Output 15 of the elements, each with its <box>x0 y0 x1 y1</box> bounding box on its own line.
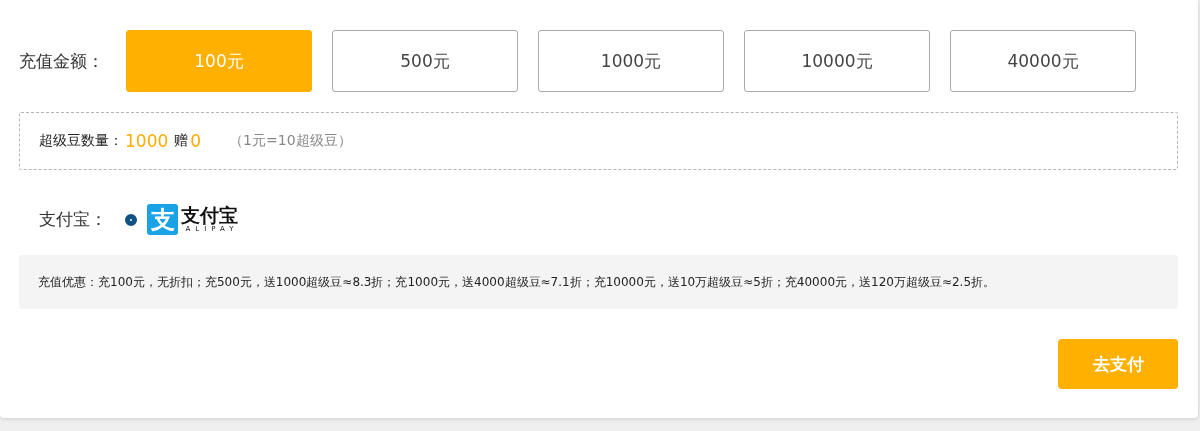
bonus-count: 0 <box>190 131 202 151</box>
bonus-label: 赠 <box>174 132 189 150</box>
logo-mark: 支 <box>147 204 178 235</box>
exchange-rate: （1元=10超级豆） <box>229 132 352 150</box>
beans-label: 超级豆数量： <box>39 132 123 150</box>
payment-radio[interactable] <box>125 213 137 226</box>
beans-count: 1000 <box>125 131 169 151</box>
amount-option[interactable]: 500元 <box>332 30 518 92</box>
amount-option[interactable]: 10000元 <box>744 30 930 92</box>
amount-option[interactable]: 1000元 <box>538 30 724 92</box>
logo-name: 支付宝 <box>181 205 238 225</box>
payment-label: 支付宝： <box>39 208 108 231</box>
amount-label: 充值金额： <box>19 49 105 73</box>
promo-text: 充值优惠：充100元，无折扣；充500元，送1000超级豆≈8.3折；充1000元，送4000超级豆≈7.1折；充10000元，送10万超级豆≈5折；充40000元，送120万超级豆≈2.5折。 <box>19 255 1178 309</box>
amount-option[interactable]: 40000元 <box>950 30 1136 92</box>
